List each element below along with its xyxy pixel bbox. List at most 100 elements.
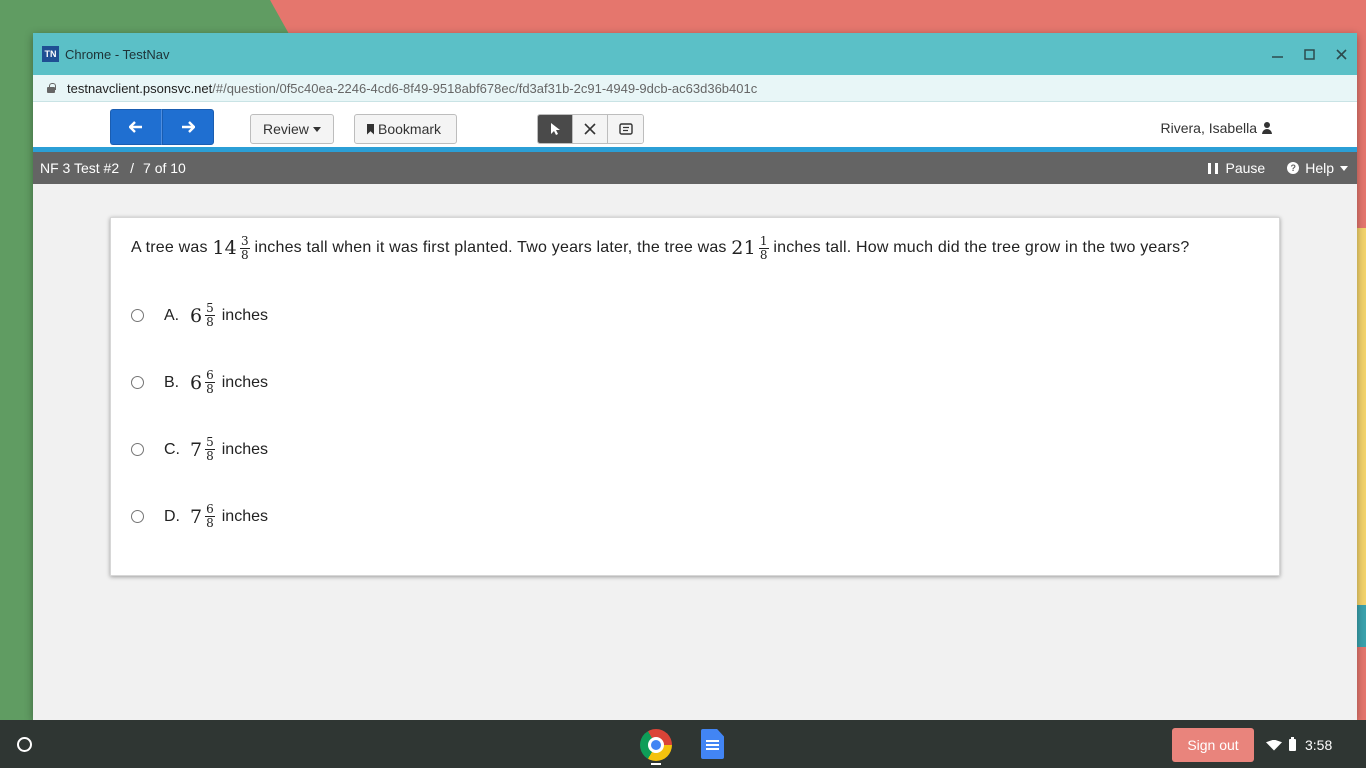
answer-choice-d[interactable]: D. 768 inches	[131, 503, 268, 530]
system-tray[interactable]: 3:58	[1266, 728, 1332, 762]
question-progress: 7 of 10	[143, 160, 186, 176]
next-question-button[interactable]	[162, 109, 214, 145]
user-menu[interactable]: Rivera, Isabella	[1160, 120, 1272, 136]
answer-tools	[537, 114, 644, 144]
choice-unit: inches	[221, 306, 268, 324]
question-text-part: inches tall when it was first planted. T…	[254, 239, 727, 257]
browser-window: TN Chrome - TestNav testnavclient.psonsv…	[33, 33, 1357, 720]
test-name: NF 3 Test #2	[40, 160, 120, 176]
address-bar[interactable]: testnavclient.psonsvc.net/#/question/0f5…	[33, 75, 1357, 102]
whole-number: 7	[190, 438, 203, 461]
fraction: 38	[239, 233, 250, 262]
launcher-icon[interactable]	[17, 737, 32, 752]
mixed-number: 768	[190, 503, 215, 530]
close-icon[interactable]	[1325, 33, 1357, 75]
url-host: testnavclient.psonsvc.net	[67, 80, 213, 96]
question-text-part: inches tall. How much did the tree grow …	[773, 239, 1190, 257]
numerator: 5	[205, 435, 215, 450]
choice-letter: C.	[164, 440, 180, 458]
wifi-icon	[1266, 739, 1282, 751]
whole-number: 7	[190, 505, 203, 528]
question-text-part: A tree was	[131, 239, 208, 257]
mixed-number: 14 3 8	[212, 233, 250, 262]
numerator: 6	[205, 368, 215, 383]
review-label: Review	[263, 121, 309, 137]
arrow-right-icon	[182, 121, 195, 133]
lock-icon	[47, 83, 56, 93]
mixed-number: 758	[190, 436, 215, 463]
test-toolbar: Review Bookmark Rivera, Isabella	[33, 102, 1357, 152]
pointer-tool-button[interactable]	[538, 115, 573, 143]
previous-question-button[interactable]	[110, 109, 162, 145]
fraction: 68	[205, 369, 215, 396]
caret-down-icon	[312, 126, 321, 132]
numerator: 3	[239, 233, 250, 249]
active-app-indicator	[651, 763, 661, 765]
numerator: 1	[758, 233, 769, 249]
answer-choice-c[interactable]: C. 758 inches	[131, 436, 268, 463]
denominator: 8	[206, 516, 214, 530]
choice-unit: inches	[221, 373, 268, 391]
radio-button[interactable]	[131, 510, 144, 523]
user-name: Rivera, Isabella	[1160, 120, 1258, 136]
pause-label: Pause	[1225, 160, 1266, 176]
test-status-bar: NF 3 Test #2 / 7 of 10 Pause ? Help	[33, 152, 1357, 184]
radio-button[interactable]	[131, 443, 144, 456]
whole-number: 21	[731, 237, 756, 259]
clock-time: 3:58	[1305, 737, 1333, 753]
url-path: /#/question/0f5c40ea-2246-4cd6-8f49-9518…	[212, 80, 758, 96]
help-dropdown-button[interactable]: ? Help	[1287, 160, 1348, 176]
denominator: 8	[240, 247, 249, 262]
window-titlebar[interactable]: TN Chrome - TestNav	[33, 33, 1357, 75]
choice-letter: B.	[164, 373, 180, 391]
chrome-icon[interactable]	[640, 729, 672, 761]
question-area: A tree was 14 3 8 inches tall when it was …	[33, 190, 1357, 720]
review-dropdown-button[interactable]: Review	[250, 114, 334, 144]
arrow-left-icon	[129, 121, 142, 133]
choice-letter: D.	[164, 507, 180, 525]
caret-down-icon	[1340, 165, 1348, 171]
fraction: 68	[205, 503, 215, 530]
mixed-number: 21 1 8	[731, 233, 769, 262]
numerator: 5	[205, 301, 215, 316]
answer-eliminator-button[interactable]	[573, 115, 608, 143]
pause-button[interactable]: Pause	[1207, 160, 1266, 176]
fraction: 18	[758, 233, 769, 262]
whole-number: 6	[190, 371, 203, 394]
os-taskbar: Sign out 3:58	[0, 720, 1366, 768]
fraction: 58	[205, 436, 215, 463]
denominator: 8	[206, 449, 214, 463]
question-navigation	[110, 109, 214, 145]
choice-letter: A.	[164, 306, 180, 324]
bookmark-icon	[367, 123, 374, 135]
sign-out-button[interactable]: Sign out	[1172, 728, 1254, 762]
radio-button[interactable]	[131, 309, 144, 322]
breadcrumb-separator: /	[130, 160, 135, 176]
answer-choice-b[interactable]: B. 668 inches	[131, 369, 268, 396]
cross-out-icon	[584, 123, 596, 135]
pause-icon	[1207, 162, 1218, 174]
notepad-icon	[618, 122, 633, 135]
denominator: 8	[206, 315, 214, 329]
whole-number: 6	[190, 304, 203, 327]
mixed-number: 658	[190, 302, 215, 329]
bookmark-button[interactable]: Bookmark	[354, 114, 457, 144]
maximize-icon[interactable]	[1293, 33, 1325, 75]
question-card: A tree was 14 3 8 inches tall when it was …	[110, 217, 1280, 576]
choice-unit: inches	[221, 440, 268, 458]
help-icon: ?	[1287, 162, 1300, 174]
pointer-icon	[551, 123, 560, 135]
notepad-tool-button[interactable]	[608, 115, 643, 143]
denominator: 8	[759, 247, 768, 262]
window-title: Chrome - TestNav	[65, 46, 170, 62]
minimize-icon[interactable]	[1261, 33, 1293, 75]
choice-unit: inches	[221, 507, 268, 525]
radio-button[interactable]	[131, 376, 144, 389]
question-text: A tree was 14 3 8 inches tall when it was …	[131, 234, 1259, 262]
answer-choice-a[interactable]: A. 658 inches	[131, 302, 268, 329]
numerator: 6	[205, 502, 215, 517]
testnav-logo-icon: TN	[42, 46, 59, 62]
docs-lines-icon	[706, 740, 719, 752]
bookmark-label: Bookmark	[378, 121, 442, 137]
mixed-number: 668	[190, 369, 215, 396]
